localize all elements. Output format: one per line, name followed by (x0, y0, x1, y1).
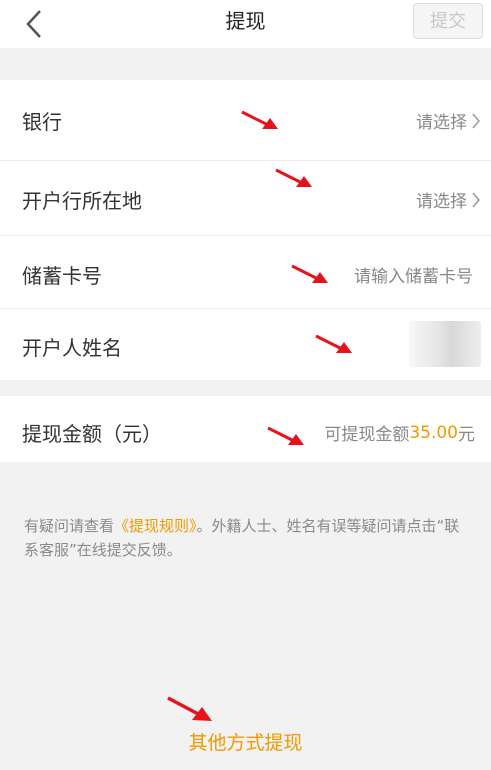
submit-button[interactable]: 提交 (413, 3, 483, 39)
amount-label: 提现金额（元） (22, 422, 162, 446)
chevron-right-icon (471, 113, 481, 129)
top-bar: 提现 提交 (0, 0, 491, 48)
red-arrow-icon (275, 168, 312, 187)
branch-location-value: 请选择 (416, 192, 467, 212)
red-arrow-icon (167, 696, 212, 721)
chevron-right-icon (471, 192, 481, 208)
red-arrow-icon (315, 334, 352, 353)
card-number-row: 储蓄卡号 请输入储蓄卡号 (0, 236, 491, 308)
card-number-input[interactable]: 请输入储蓄卡号 (354, 262, 473, 287)
help-note-text: 有疑问请查看 (24, 517, 115, 535)
bank-select[interactable]: 请选择 (416, 108, 481, 133)
available-amount: 可提现金额 35.00 元 (324, 420, 475, 446)
card-number-label: 储蓄卡号 (22, 264, 102, 288)
amount-section: 提现金额（元） 可提现金额 35.00 元 (0, 396, 491, 462)
help-note: 有疑问请查看《提现规则》。外籍人士、姓名有误等疑问请点击“联系客服”在线提交反馈… (24, 514, 472, 562)
branch-location-select[interactable]: 请选择 (416, 187, 481, 212)
branch-location-row[interactable]: 开户行所在地 请选择 (0, 161, 491, 235)
holder-name-label: 开户人姓名 (22, 336, 122, 360)
available-amount-value: 35.00 (409, 422, 458, 443)
holder-name-row: 开户人姓名 (0, 309, 491, 380)
red-arrow-icon (267, 426, 304, 445)
red-arrow-icon (291, 264, 328, 283)
amount-row: 提现金额（元） 可提现金额 35.00 元 (0, 396, 491, 462)
available-amount-prefix: 可提现金额 (324, 425, 410, 445)
branch-location-label: 开户行所在地 (22, 189, 142, 213)
available-amount-unit: 元 (458, 425, 475, 445)
other-methods-link[interactable]: 其他方式提现 (0, 728, 491, 758)
bank-select-value: 请选择 (416, 113, 467, 133)
bank-label: 银行 (22, 110, 62, 134)
holder-name-blurred-value (409, 321, 481, 367)
red-arrow-icon (241, 110, 278, 129)
rules-link[interactable]: 《提现规则》 (114, 517, 197, 535)
